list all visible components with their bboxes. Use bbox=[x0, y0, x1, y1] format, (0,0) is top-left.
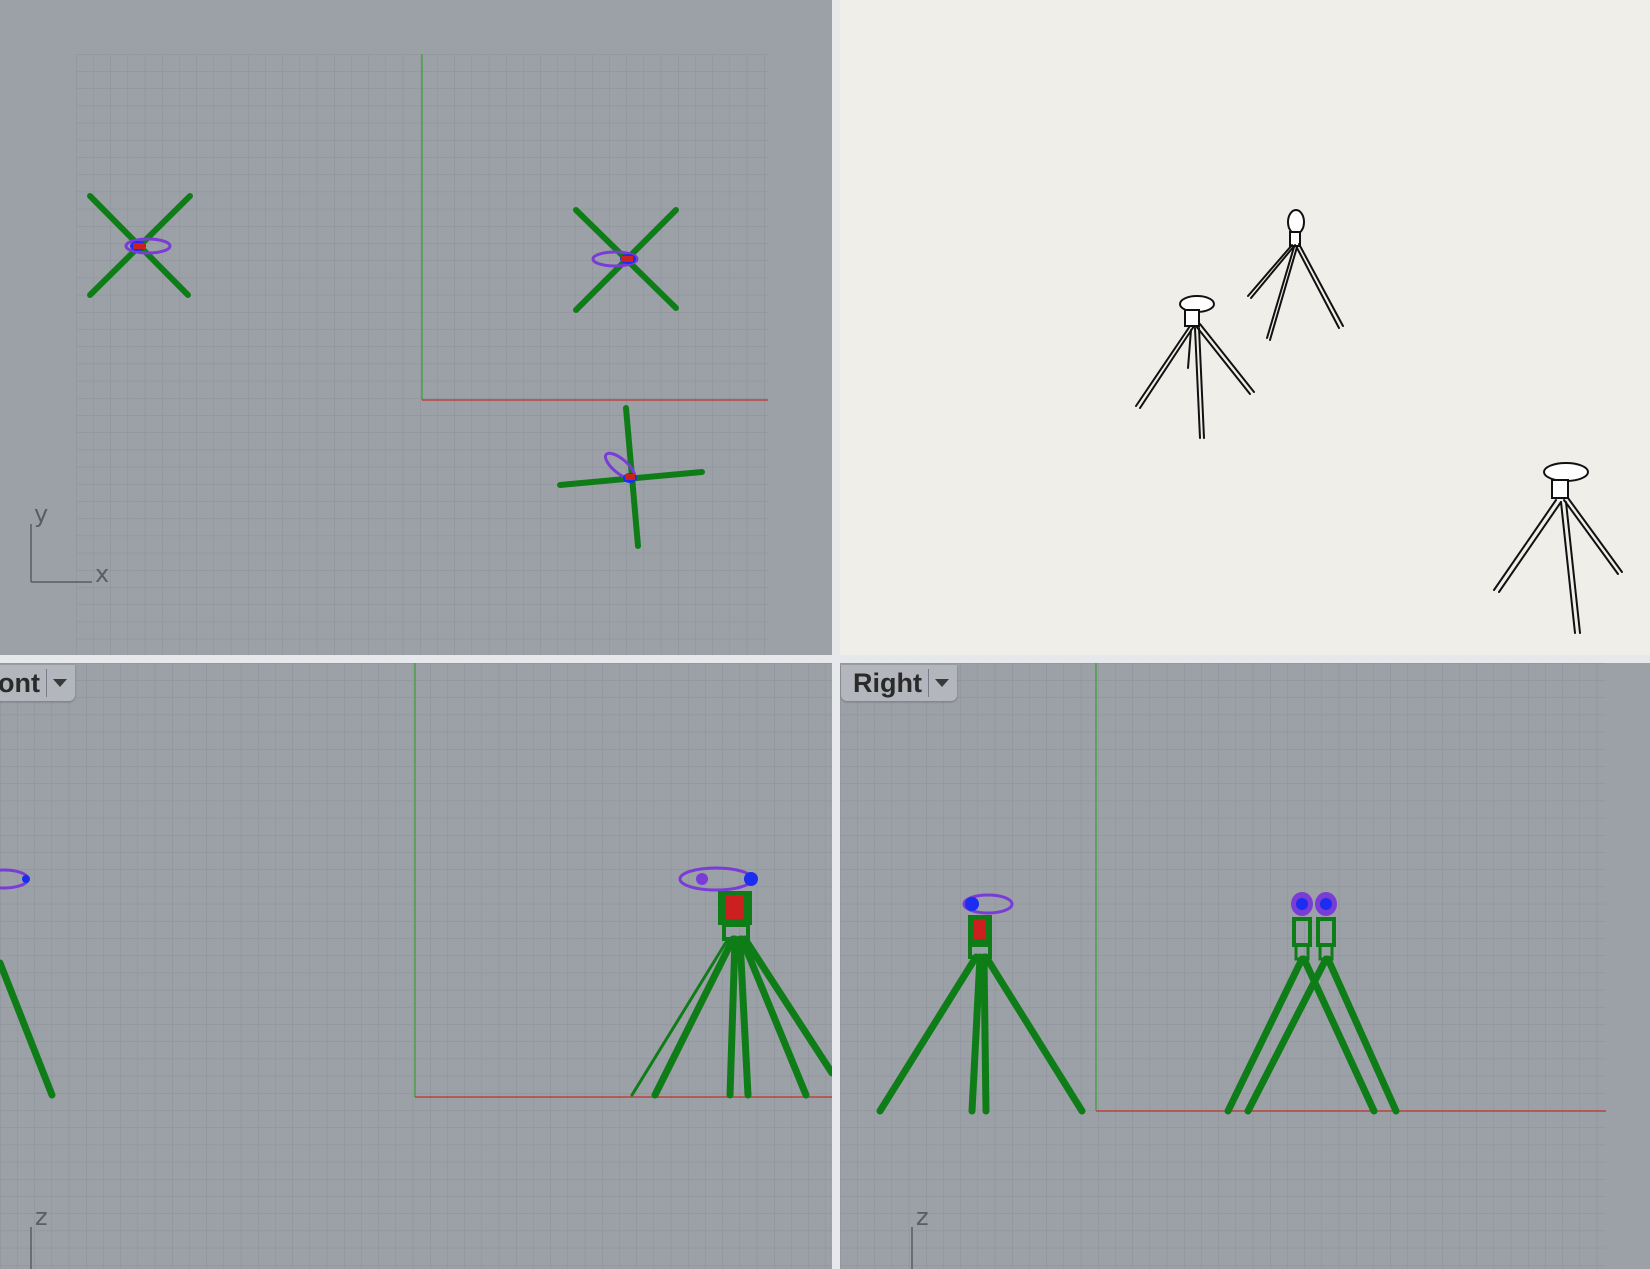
construction-grid bbox=[0, 663, 832, 1269]
chevron-down-icon[interactable] bbox=[934, 679, 949, 687]
front-viewport-canvas[interactable] bbox=[0, 663, 832, 1269]
top-viewport-canvas[interactable] bbox=[0, 0, 832, 655]
x-axis-label: x bbox=[95, 560, 110, 588]
top-viewport[interactable]: y x bbox=[0, 0, 832, 655]
chevron-down-icon[interactable] bbox=[52, 679, 67, 687]
z-axis-label: z bbox=[916, 1203, 929, 1231]
right-viewport-canvas[interactable] bbox=[840, 663, 1650, 1269]
tab-divider bbox=[927, 669, 929, 697]
construction-grid bbox=[840, 663, 1606, 1269]
viewport-title: Right bbox=[853, 667, 922, 698]
z-axis-label: z bbox=[35, 1203, 48, 1231]
tab-divider bbox=[45, 669, 47, 697]
perspective-viewport-canvas[interactable] bbox=[840, 0, 1650, 655]
right-viewport[interactable]: Right z bbox=[840, 663, 1650, 1269]
viewport-title: ont bbox=[0, 667, 40, 698]
front-viewport-tab[interactable]: ont bbox=[0, 665, 75, 701]
right-viewport-tab[interactable]: Right bbox=[841, 665, 957, 701]
y-axis-label: y bbox=[34, 500, 49, 528]
perspective-viewport[interactable] bbox=[840, 0, 1650, 655]
front-viewport[interactable]: ont z bbox=[0, 663, 832, 1269]
